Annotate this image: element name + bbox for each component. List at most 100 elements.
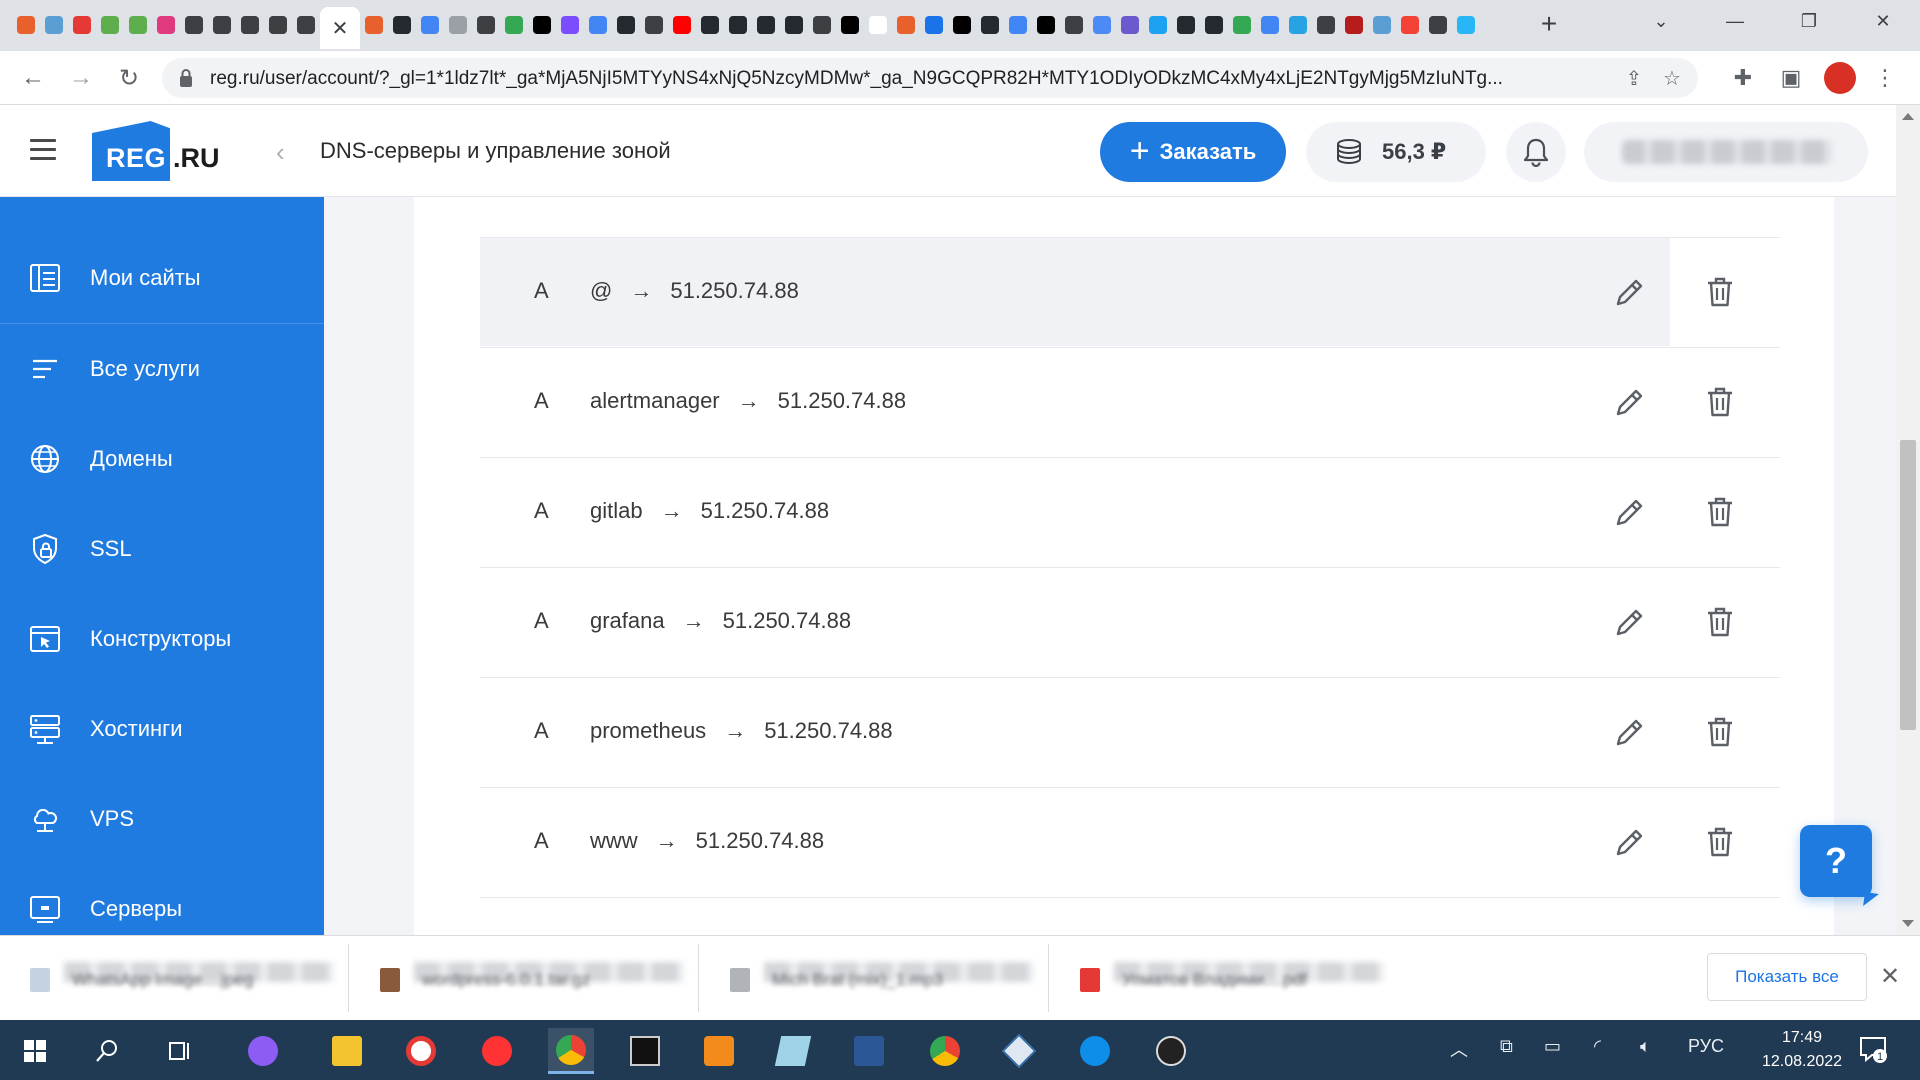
action-center-icon[interactable]: 1 bbox=[1858, 1034, 1888, 1064]
browser-tab[interactable] bbox=[40, 11, 68, 39]
browser-tab[interactable] bbox=[976, 11, 1004, 39]
terminal-icon[interactable] bbox=[622, 1028, 668, 1074]
scrollbar-thumb[interactable] bbox=[1900, 440, 1916, 730]
user-account-pill[interactable] bbox=[1584, 122, 1868, 182]
browser-tab[interactable] bbox=[892, 11, 920, 39]
browser-tab[interactable] bbox=[360, 11, 388, 39]
search-icon[interactable] bbox=[84, 1028, 130, 1074]
browser-tab[interactable] bbox=[920, 11, 948, 39]
forward-arrow-icon[interactable]: → bbox=[66, 63, 96, 93]
delete-trash-icon[interactable] bbox=[1702, 274, 1738, 310]
dns-record-row[interactable]: Aprometheus → 51.250.74.88 bbox=[480, 678, 1780, 788]
restore-button[interactable]: ❐ bbox=[1772, 0, 1846, 42]
browser-tab[interactable] bbox=[1340, 11, 1368, 39]
browser-tab[interactable] bbox=[1424, 11, 1452, 39]
edit-pencil-icon[interactable] bbox=[1612, 274, 1648, 310]
virtualbox-icon[interactable] bbox=[996, 1028, 1042, 1074]
tray-app-icon[interactable]: ⧉ bbox=[1500, 1036, 1513, 1057]
browser-tab[interactable] bbox=[696, 11, 724, 39]
browser-tab[interactable] bbox=[1172, 11, 1200, 39]
notes-app-icon[interactable] bbox=[770, 1028, 816, 1074]
profile-avatar[interactable] bbox=[1824, 62, 1856, 94]
browser-tab[interactable] bbox=[668, 11, 696, 39]
address-bar[interactable]: reg.ru/user/account/?_gl=1*1ldz7lt*_ga*M… bbox=[162, 58, 1698, 98]
wsl-app-icon[interactable] bbox=[1148, 1028, 1194, 1074]
edit-pencil-icon[interactable] bbox=[1612, 494, 1648, 530]
browser-tab[interactable] bbox=[1200, 11, 1228, 39]
dns-record-row[interactable]: Aalertmanager → 51.250.74.88 bbox=[480, 348, 1780, 458]
chrome-profile-icon[interactable] bbox=[922, 1028, 968, 1074]
browser-tab[interactable] bbox=[752, 11, 780, 39]
browser-tab[interactable] bbox=[208, 11, 236, 39]
extensions-icon[interactable]: ✚ bbox=[1728, 63, 1758, 93]
browser-tab[interactable] bbox=[96, 11, 124, 39]
delete-trash-icon[interactable] bbox=[1702, 604, 1738, 640]
side-panel-icon[interactable]: ▣ bbox=[1776, 63, 1806, 93]
help-chat-button[interactable]: ? bbox=[1800, 825, 1872, 897]
yandex-icon[interactable] bbox=[474, 1028, 520, 1074]
browser-tab[interactable] bbox=[236, 11, 264, 39]
volume-icon[interactable]: 🔈︎ bbox=[1640, 1036, 1651, 1057]
browser-tab[interactable] bbox=[68, 11, 96, 39]
browser-tab[interactable] bbox=[836, 11, 864, 39]
browser-tab[interactable] bbox=[1284, 11, 1312, 39]
file-explorer-icon[interactable] bbox=[324, 1028, 370, 1074]
browser-tab[interactable] bbox=[1144, 11, 1172, 39]
browser-tab[interactable] bbox=[1256, 11, 1284, 39]
edit-pencil-icon[interactable] bbox=[1612, 384, 1648, 420]
menu-dots-icon[interactable]: ⋮ bbox=[1870, 63, 1900, 93]
sublime-text-icon[interactable] bbox=[696, 1028, 742, 1074]
close-downloads-icon[interactable]: ✕ bbox=[1880, 962, 1900, 991]
browser-tab[interactable] bbox=[556, 11, 584, 39]
system-clock[interactable]: 17:49 12.08.2022 bbox=[1752, 1026, 1852, 1074]
sidebar-item-hosting[interactable]: Хостинги bbox=[0, 684, 324, 774]
share-icon[interactable]: ⇪ bbox=[1622, 66, 1646, 90]
notifications-bell-icon[interactable] bbox=[1506, 122, 1566, 182]
browser-tab[interactable] bbox=[472, 11, 500, 39]
download-item[interactable]: Mich Brat (mix)_1.mp3 bbox=[700, 948, 1050, 1008]
page-scrollbar[interactable] bbox=[1896, 105, 1920, 935]
dns-record-row[interactable]: Agrafana → 51.250.74.88 bbox=[480, 568, 1780, 678]
dns-record-row[interactable]: Awww → 51.250.74.88 bbox=[480, 788, 1780, 898]
browser-tab[interactable] bbox=[500, 11, 528, 39]
download-item[interactable]: Упматов Владими....pdf bbox=[1050, 948, 1400, 1008]
browser-tab[interactable] bbox=[1312, 11, 1340, 39]
sidebar-item-vps[interactable]: VPS bbox=[0, 774, 324, 864]
delete-trash-icon[interactable] bbox=[1702, 494, 1738, 530]
task-view-icon[interactable] bbox=[156, 1028, 202, 1074]
browser-tab[interactable] bbox=[612, 11, 640, 39]
scroll-down-arrow-icon[interactable] bbox=[1902, 920, 1914, 927]
sidebar-item-domains[interactable]: Домены bbox=[0, 414, 324, 504]
back-arrow-icon[interactable]: ← bbox=[18, 63, 48, 93]
bookmark-star-icon[interactable]: ☆ bbox=[1660, 66, 1684, 90]
edit-pencil-icon[interactable] bbox=[1612, 604, 1648, 640]
browser-tab[interactable] bbox=[124, 11, 152, 39]
close-window-button[interactable]: ✕ bbox=[1846, 0, 1920, 42]
browser-tab[interactable] bbox=[180, 11, 208, 39]
show-all-downloads-button[interactable]: Показать все bbox=[1707, 953, 1867, 1001]
hamburger-menu-icon[interactable] bbox=[30, 139, 56, 161]
browser-tab[interactable] bbox=[1004, 11, 1032, 39]
delete-trash-icon[interactable] bbox=[1702, 384, 1738, 420]
back-chevron-icon[interactable]: ‹ bbox=[276, 137, 285, 168]
browser-tab[interactable] bbox=[1060, 11, 1088, 39]
sidebar-item-my-sites[interactable]: Мои сайты bbox=[0, 233, 324, 323]
chrome-icon[interactable] bbox=[548, 1028, 594, 1074]
sidebar-item-all-services[interactable]: Все услуги bbox=[0, 324, 324, 414]
wifi-icon[interactable]: ◜ bbox=[1594, 1036, 1601, 1057]
browser-tab[interactable] bbox=[1368, 11, 1396, 39]
language-indicator[interactable]: РУС bbox=[1688, 1036, 1724, 1057]
browser-tab[interactable] bbox=[1088, 11, 1116, 39]
browser-tab[interactable] bbox=[152, 11, 180, 39]
edit-pencil-icon[interactable] bbox=[1612, 824, 1648, 860]
windows-start-icon[interactable] bbox=[12, 1028, 58, 1074]
browser-tab[interactable] bbox=[808, 11, 836, 39]
browser-tab[interactable] bbox=[640, 11, 668, 39]
teamviewer-icon[interactable] bbox=[1072, 1028, 1118, 1074]
tray-expand-icon[interactable]: ︿ bbox=[1450, 1036, 1468, 1062]
yandex-browser-icon[interactable] bbox=[398, 1028, 444, 1074]
browser-tab[interactable] bbox=[292, 11, 320, 39]
edit-pencil-icon[interactable] bbox=[1612, 714, 1648, 750]
browser-tab[interactable] bbox=[1396, 11, 1424, 39]
tab-search-icon[interactable]: ⌄ bbox=[1624, 0, 1698, 42]
